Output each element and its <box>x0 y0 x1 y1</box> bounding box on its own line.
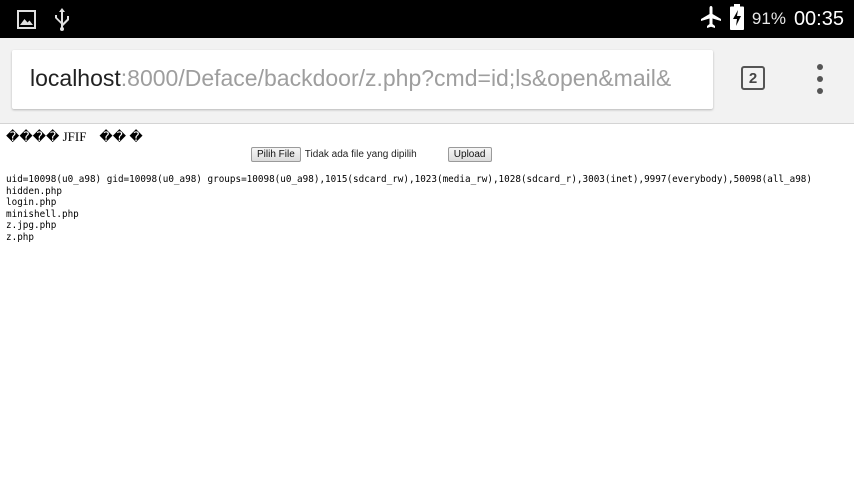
output-line: uid=10098(u0_a98) gid=10098(u0_a98) grou… <box>6 174 812 185</box>
url-text[interactable]: localhost:8000/Deface/backdoor/z.php?cmd… <box>30 65 671 92</box>
output-line: hidden.php <box>6 185 62 197</box>
airplane-mode-icon <box>700 5 722 33</box>
page-content: ���� JFIF �� � Pilih File Tidak ada file… <box>0 124 854 480</box>
system-indicators: 91% 00:35 <box>700 4 844 34</box>
no-file-label: Tidak ada file yang dipilih <box>304 149 417 160</box>
output-line: z.jpg.php <box>6 220 57 231</box>
battery-percent: 91% <box>751 9 786 28</box>
choose-file-button[interactable]: Pilih File <box>251 147 301 162</box>
url-bar[interactable]: localhost:8000/Deface/backdoor/z.php?cmd… <box>12 50 713 109</box>
browser-toolbar: localhost:8000/Deface/backdoor/z.php?cmd… <box>0 38 854 124</box>
notification-icons <box>17 8 70 35</box>
clock: 00:35 <box>793 7 844 30</box>
tab-switcher-button[interactable]: 2 <box>741 66 765 90</box>
url-path: :8000/Deface/backdoor/z.php?cmd=id;ls&op… <box>120 65 672 91</box>
status-bar: 91% 00:35 <box>0 0 854 38</box>
command-output: uid=10098(u0_a98) gid=10098(u0_a98) grou… <box>6 174 812 243</box>
battery-charging-icon <box>729 4 744 34</box>
upload-form: Pilih File Tidak ada file yang dipilih U… <box>251 146 492 163</box>
overflow-menu-icon[interactable] <box>810 64 830 94</box>
output-line: login.php <box>6 197 57 208</box>
image-icon <box>17 10 36 33</box>
usb-icon <box>54 8 70 35</box>
binary-garbage-text: ���� JFIF �� � <box>6 129 143 144</box>
output-line: z.php <box>6 231 34 243</box>
url-host: localhost <box>30 65 121 91</box>
upload-button[interactable]: Upload <box>447 147 492 162</box>
output-line: minishell.php <box>6 208 79 220</box>
